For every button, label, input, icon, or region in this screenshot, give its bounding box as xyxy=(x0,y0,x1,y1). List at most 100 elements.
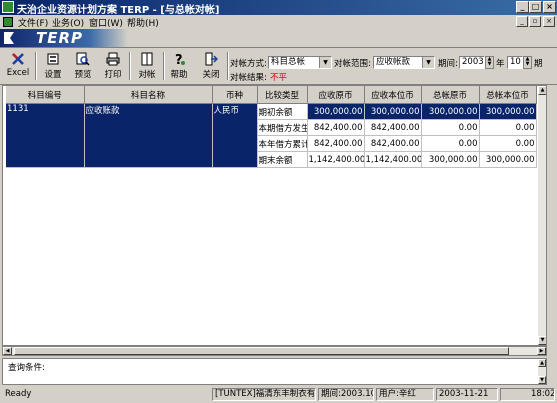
ar-local-cell[interactable]: 1,142,400.00 xyxy=(364,151,422,168)
ar-local-cell[interactable]: 842,400.00 xyxy=(364,119,422,136)
excel-button[interactable]: Excel xyxy=(3,51,33,82)
account-name-cell[interactable]: 应收账款 xyxy=(84,103,213,168)
scroll-right-icon[interactable]: ▶ xyxy=(537,347,546,355)
status-date: 2003-11-21 xyxy=(436,388,498,401)
gl-orig-cell[interactable]: 0.00 xyxy=(421,119,480,136)
ar-local-cell[interactable]: 842,400.00 xyxy=(364,135,422,152)
reconcile-icon xyxy=(141,52,153,66)
gl-orig-cell[interactable]: 300,000.00 xyxy=(421,103,480,120)
scroll-up-icon[interactable]: ▲ xyxy=(538,86,546,95)
gl-orig-cell[interactable]: 300,000.00 xyxy=(421,151,480,168)
year-unit: 年 xyxy=(496,59,505,69)
col-header[interactable]: 比较类型 xyxy=(257,86,308,104)
preview-button[interactable]: 预览 xyxy=(68,51,98,82)
title-bar: 天治企业资源计划方案 TERP - [与总帐对帐] _ □ × xyxy=(0,0,557,16)
logo-text: TERP xyxy=(36,29,84,47)
col-header[interactable]: 总帐原币 xyxy=(421,86,480,104)
grid-vertical-scrollbar[interactable]: ▲ ▼ xyxy=(538,86,546,345)
gl-local-cell[interactable]: 0.00 xyxy=(479,135,537,152)
year-value: 2003 xyxy=(462,57,484,67)
child-restore-icon[interactable]: ▫ xyxy=(529,16,541,27)
type-cell[interactable]: 本期借方发生 xyxy=(257,119,308,136)
scroll-up-icon[interactable]: ▲ xyxy=(538,359,546,367)
menu-help[interactable]: 帮助(H) xyxy=(127,16,159,29)
col-header[interactable]: 科目名称 xyxy=(84,86,213,104)
maximize-icon[interactable]: □ xyxy=(529,1,542,13)
child-close-icon[interactable]: × xyxy=(543,16,555,27)
scroll-down-icon[interactable]: ▼ xyxy=(538,376,546,384)
year-input[interactable]: 2003 xyxy=(459,56,485,69)
scope-label: 对帐范围: xyxy=(334,59,371,69)
excel-label: Excel xyxy=(6,68,30,78)
gl-local-cell[interactable]: 300,000.00 xyxy=(479,151,537,168)
excel-icon xyxy=(12,53,24,65)
ar-orig-cell[interactable]: 300,000.00 xyxy=(307,103,365,120)
reconcile-button[interactable]: 对帐 xyxy=(132,51,162,82)
account-code-cell[interactable]: 1131 xyxy=(6,103,85,168)
currency-cell[interactable]: 人民币 xyxy=(212,103,258,168)
type-cell[interactable]: 期初余额 xyxy=(257,103,308,120)
scroll-thumb[interactable] xyxy=(14,347,509,355)
query-input[interactable] xyxy=(51,360,531,372)
col-header[interactable]: 应收本位币 xyxy=(364,86,422,104)
app-icon xyxy=(2,1,14,13)
method-select[interactable]: 科目总帐 ▼ xyxy=(268,56,332,69)
ar-orig-cell[interactable]: 842,400.00 xyxy=(307,119,365,136)
ar-local-cell[interactable]: 300,000.00 xyxy=(364,103,422,120)
gl-orig-cell[interactable]: 0.00 xyxy=(421,135,480,152)
child-minimize-icon[interactable]: _ xyxy=(516,16,528,27)
menu-business[interactable]: 业务(O) xyxy=(52,16,84,29)
toolbar-separator xyxy=(129,52,131,80)
status-company: [TUNTEX]福清东丰制衣有限公司 xyxy=(212,388,316,401)
document-icon[interactable] xyxy=(3,17,13,27)
scroll-down-icon[interactable]: ▼ xyxy=(538,336,546,345)
gl-local-cell[interactable]: 0.00 xyxy=(479,119,537,136)
month-stepper[interactable]: ▲ ▼ xyxy=(523,56,532,69)
grid-horizontal-scrollbar[interactable]: ◀ ▶ xyxy=(2,346,547,356)
close-label: 关闭 xyxy=(202,70,220,80)
month-value: 10 xyxy=(510,57,521,67)
query-scrollbar[interactable]: ▲ ▼ xyxy=(538,359,546,384)
toolbar-separator xyxy=(227,52,229,80)
toolbar: Excel 设置 预览 打印 对帐 ? 帮助 关闭 对帐方式: 科目总帐 ▼ 对… xyxy=(0,48,557,85)
help-label: 帮助 xyxy=(170,70,188,80)
printer-icon xyxy=(106,52,120,66)
status-time: 18:02:25 xyxy=(500,388,555,401)
print-button[interactable]: 打印 xyxy=(98,51,128,82)
status-period: 期间:2003.10 xyxy=(318,388,374,401)
help-button[interactable]: ? 帮助 xyxy=(164,51,194,82)
gl-local-cell[interactable]: 300,000.00 xyxy=(479,103,537,120)
scroll-left-icon[interactable]: ◀ xyxy=(3,347,12,355)
year-stepper[interactable]: ▲ ▼ xyxy=(485,56,494,69)
type-cell[interactable]: 期末余额 xyxy=(257,151,308,168)
col-header[interactable]: 科目编号 xyxy=(6,86,85,104)
col-header[interactable]: 币种 xyxy=(212,86,258,104)
status-user: 用户:辛红 xyxy=(376,388,434,401)
chevron-down-icon[interactable]: ▼ xyxy=(319,57,331,68)
scope-value: 应收帐款 xyxy=(376,57,411,67)
chevron-down-icon[interactable]: ▼ xyxy=(422,57,434,68)
col-header[interactable]: 应收原币 xyxy=(307,86,365,104)
month-input[interactable]: 10 xyxy=(507,56,523,69)
menu-file[interactable]: 文件(F) xyxy=(18,16,48,29)
menu-window[interactable]: 窗口(W) xyxy=(89,16,123,29)
ar-orig-cell[interactable]: 1,142,400.00 xyxy=(307,151,365,168)
settings-button[interactable]: 设置 xyxy=(38,51,68,82)
grid-table: 科目编号 科目名称 币种 比较类型 应收原币 应收本位币 总帐原币 总帐本位币 … xyxy=(6,86,537,168)
close-button[interactable]: 关闭 xyxy=(196,51,226,82)
menu-bar: 文件(F) 业务(O) 窗口(W) 帮助(H) _ ▫ × xyxy=(0,15,557,29)
status-bar: Ready [TUNTEX]福清东丰制衣有限公司 期间:2003.10 用户:辛… xyxy=(0,387,557,403)
col-header[interactable]: 总帐本位币 xyxy=(479,86,537,104)
close-icon[interactable]: × xyxy=(543,1,556,13)
type-cell[interactable]: 本年借方累计 xyxy=(257,135,308,152)
collapse-icon[interactable] xyxy=(4,32,14,44)
query-panel: 查询条件: ▲ ▼ xyxy=(2,358,547,385)
reconcile-label: 对帐 xyxy=(138,70,156,80)
ar-orig-cell[interactable]: 842,400.00 xyxy=(307,135,365,152)
preview-icon xyxy=(76,52,90,66)
method-value: 科目总帐 xyxy=(271,57,306,67)
scope-select[interactable]: 应收帐款 ▼ xyxy=(373,56,435,69)
result-value: 不平 xyxy=(270,73,288,83)
minimize-icon[interactable]: _ xyxy=(516,1,529,13)
table-row[interactable]: 1131 应收账款 人民币 期初余额 300,000.00 300,000.00… xyxy=(6,103,537,168)
